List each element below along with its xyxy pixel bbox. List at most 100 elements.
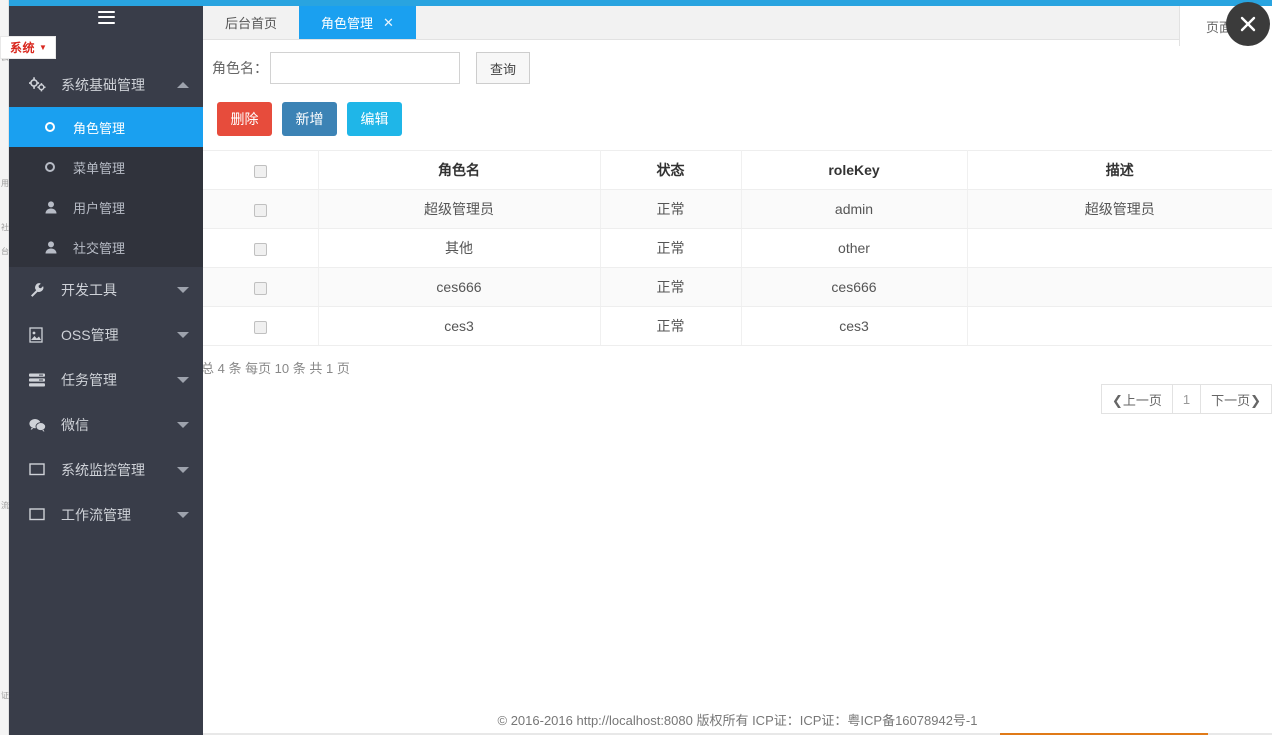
sidebar-item-label: 角色管理 [73,120,126,136]
select-all-header [203,150,319,190]
row-checkbox[interactable] [253,242,267,256]
cell-state: 正常 [600,306,742,346]
background-page-sliver: 云 用 社 台 流 证 [0,0,9,735]
system-switch-badge[interactable]: 系统 ▼ [0,36,56,59]
search-input[interactable] [270,52,460,84]
row-checkbox[interactable] [253,281,267,295]
ring-icon [45,162,65,172]
edit-button[interactable]: 编辑 [347,102,402,136]
cell-desc [967,228,1272,268]
row-select-cell [203,306,319,346]
column-header-state: 状态 [600,150,742,190]
cell-name: 其他 [318,228,601,268]
sidebar-group-workflow[interactable]: 工作流管理 [9,492,203,537]
sidebar-group-system-monitor[interactable]: 系统监控管理 [9,447,203,492]
row-checkbox[interactable] [253,203,267,217]
cell-state: 正常 [600,267,742,307]
chevron-down-icon [177,376,189,383]
cell-name: ces666 [318,267,601,307]
tab-home[interactable]: 后台首页 [203,5,299,39]
wechat-icon [29,418,51,432]
sidebar-item-label: 用户管理 [73,200,126,216]
prev-page-button[interactable]: ❮上一页 [1102,385,1173,413]
sidebar: 系统 ▼ 系统基础管理 角色管理 菜单管理 用户管理 社交管理 开发工具 OSS… [0,0,203,735]
sidebar-item-menu-management[interactable]: 菜单管理 [9,147,203,187]
footer-copyright: © 2016-2016 http://localhost:8080 版权所有 I… [497,713,978,728]
column-header-name: 角色名 [318,150,601,190]
system-switch-label: 系统 [10,41,36,55]
pagination-controls: ❮上一页 1 下一页❯ [1100,384,1272,414]
table-row[interactable]: 其他 正常 other [203,228,1272,268]
chevron-down-icon [177,331,189,338]
admin-console-window: 云 用 社 台 流 证 系统 ▼ [0,0,1272,735]
sidebar-item-label: 菜单管理 [73,160,126,176]
sidebar-group-label: 开发工具 [61,281,117,298]
sidebar-item-user-management[interactable]: 用户管理 [9,187,203,227]
sidebar-group-dev-tools[interactable]: 开发工具 [9,267,203,312]
wrench-icon [29,282,51,298]
table-row[interactable]: 超级管理员 正常 admin 超级管理员 [203,189,1272,229]
monitor-icon [29,507,51,522]
sidebar-item-role-management[interactable]: 角色管理 [9,107,203,147]
add-button[interactable]: 新增 [282,102,337,136]
hamburger-icon[interactable] [97,10,115,24]
column-header-rolekey: roleKey [741,150,968,190]
close-overlay-button[interactable] [1226,2,1270,46]
sidebar-group-label: OSS管理 [61,326,119,343]
top-accent-strip [9,0,1272,6]
sidebar-group-label: 工作流管理 [61,506,131,523]
roles-table: 角色名 状态 roleKey 描述 超级管理员 正常 admin 超级管理员 其… [203,150,1272,346]
sidebar-item-social-management[interactable]: 社交管理 [9,227,203,267]
cell-rolekey: ces3 [741,306,968,346]
search-form: 角色名： 查询 [203,40,1272,94]
user-icon [45,200,65,214]
delete-button[interactable]: 删除 [217,102,272,136]
pagination-summary: 总 4 条 每页 10 条 共 1 页 [201,361,350,376]
cell-name: 超级管理员 [318,189,601,229]
sidebar-group-task[interactable]: 任务管理 [9,357,203,402]
monitor-icon [29,462,51,477]
sidebar-group-label: 微信 [61,416,89,433]
sidebar-group-oss[interactable]: OSS管理 [9,312,203,357]
table-row[interactable]: ces666 正常 ces666 [203,267,1272,307]
search-button[interactable]: 查询 [476,52,531,84]
tab-bar: 后台首页 角色管理 ✕ 页面操作 [203,0,1272,46]
gears-icon [29,77,51,92]
chevron-down-icon: ▼ [39,42,47,52]
select-all-checkbox[interactable] [253,164,267,178]
roles-table-wrapper: 角色名 状态 roleKey 描述 超级管理员 正常 admin 超级管理员 其… [203,150,1272,346]
row-select-cell [203,267,319,307]
tab-role-management[interactable]: 角色管理 ✕ [299,5,416,39]
chevron-down-icon [177,286,189,293]
sidebar-group-label: 任务管理 [61,371,117,388]
close-icon[interactable]: ✕ [383,16,394,29]
cell-rolekey: other [741,228,968,268]
chevron-down-icon [177,466,189,473]
sidebar-group-wechat[interactable]: 微信 [9,402,203,447]
search-label: 角色名： [212,60,268,76]
cell-name: ces3 [318,306,601,346]
image-icon [29,326,51,343]
sidebar-group-label: 系统监控管理 [61,461,145,478]
cell-desc [967,306,1272,346]
sidebar-group-system-base[interactable]: 系统基础管理 [9,62,203,107]
cell-state: 正常 [600,228,742,268]
row-checkbox[interactable] [253,320,267,334]
main-content: 后台首页 角色管理 ✕ 页面操作 角色名： 查询 删除 新增 编辑 [201,0,1272,735]
sidebar-item-label: 社交管理 [73,240,126,256]
sidebar-group-label: 系统基础管理 [61,76,145,93]
tab-label: 后台首页 [225,15,278,31]
chevron-down-icon [177,421,189,428]
cell-rolekey: admin [741,189,968,229]
chevron-up-icon [177,81,189,88]
page-number-1[interactable]: 1 [1173,385,1202,413]
next-page-button[interactable]: 下一页❯ [1201,385,1271,413]
sidebar-nav: 系统基础管理 角色管理 菜单管理 用户管理 社交管理 开发工具 OSS管理 任务… [9,62,203,537]
row-select-cell [203,189,319,229]
cell-state: 正常 [600,189,742,229]
cell-rolekey: ces666 [741,267,968,307]
table-row[interactable]: ces3 正常 ces3 [203,306,1272,346]
action-toolbar: 删除 新增 编辑 [203,94,1272,150]
table-header-row: 角色名 状态 roleKey 描述 [203,150,1272,190]
cell-desc: 超级管理员 [967,189,1272,229]
